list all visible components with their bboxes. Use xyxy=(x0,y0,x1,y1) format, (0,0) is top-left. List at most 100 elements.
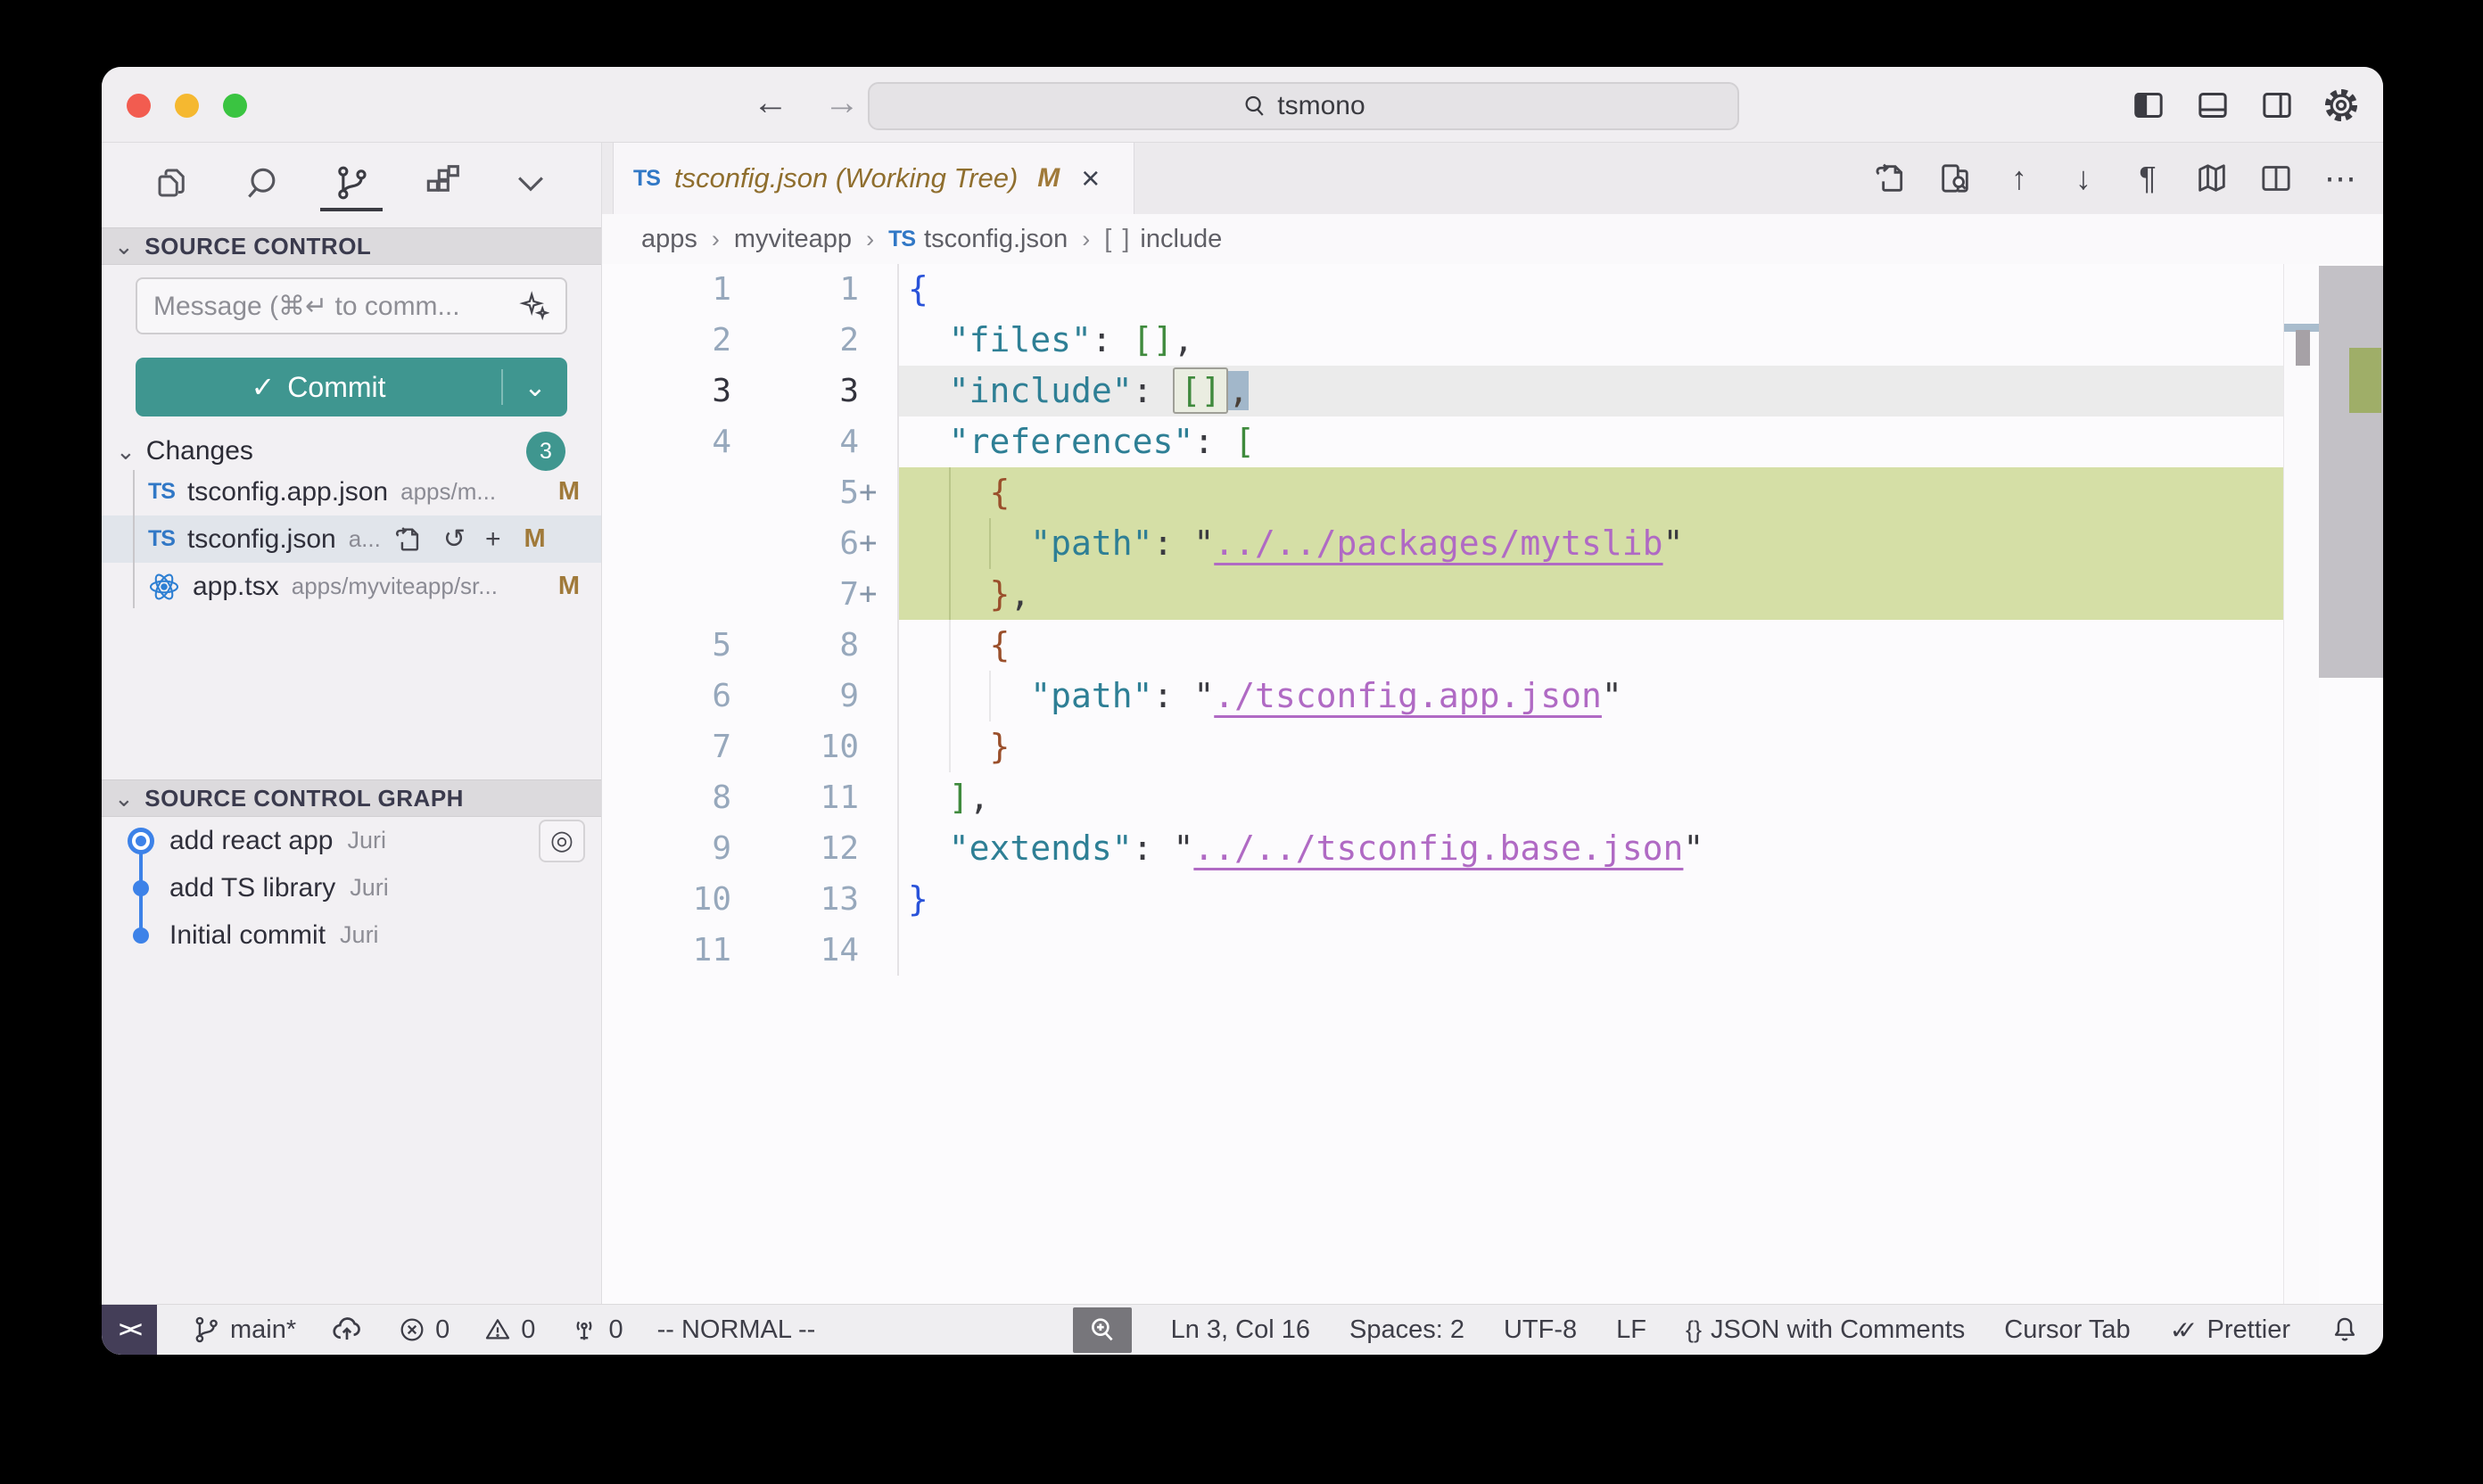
react-icon xyxy=(148,571,180,603)
source-control-section-header[interactable]: ⌄ SOURCE CONTROL xyxy=(102,227,601,265)
file-actions: ↺+ xyxy=(393,524,501,555)
code-line-content: { xyxy=(899,620,2283,671)
breadcrumb-item-include[interactable]: [ ]include xyxy=(1104,225,1222,254)
minimap-icon[interactable] xyxy=(2194,159,2230,198)
status-item-ln-3-col-16[interactable]: Ln 3, Col 16 xyxy=(1171,1315,1310,1345)
command-center-search[interactable]: tsmono xyxy=(868,82,1739,130)
commit-message-input[interactable]: Message (⌘↵ to comm... xyxy=(136,277,567,334)
code-line[interactable]: 11{ xyxy=(602,264,2383,315)
search-view-icon[interactable] xyxy=(236,154,288,211)
breadcrumb-label: tsconfig.json xyxy=(924,225,1068,254)
minimap xyxy=(2283,264,2319,1304)
discard-icon[interactable]: ↺ xyxy=(443,524,466,555)
code-line[interactable]: 1013} xyxy=(602,874,2383,925)
next-change-icon[interactable]: ↓ xyxy=(2066,159,2101,198)
status-item-0[interactable]: 0 xyxy=(483,1315,535,1345)
code-line[interactable]: 710 } xyxy=(602,721,2383,772)
commit-graph-list: add react appJuri◎add TS libraryJuriInit… xyxy=(102,817,601,959)
extensions-view-icon[interactable] xyxy=(416,154,467,211)
split-editor-icon[interactable] xyxy=(2258,159,2294,198)
editor-scrollbar[interactable] xyxy=(2319,264,2383,1304)
status-item-utf-8[interactable]: UTF-8 xyxy=(1504,1315,1577,1345)
code-line[interactable]: 1114 xyxy=(602,925,2383,976)
open-file-icon[interactable] xyxy=(393,524,424,555)
minimize-window-button[interactable] xyxy=(175,94,199,118)
file-path-link[interactable]: ../../tsconfig.base.json xyxy=(1193,829,1683,868)
status-item-lf[interactable]: LF xyxy=(1616,1315,1646,1345)
code-line[interactable]: 811 ], xyxy=(602,772,2383,823)
code-editor[interactable]: 11{22 "files": [],33 "include": [],44 "r… xyxy=(602,264,2383,1304)
checkout-target-button[interactable]: ◎ xyxy=(539,820,585,862)
explorer-icon[interactable] xyxy=(146,154,198,211)
breadcrumb-item-apps[interactable]: apps xyxy=(641,225,697,254)
changes-file-row[interactable]: TStsconfig.app.jsonapps/m...M xyxy=(102,468,601,515)
modified-line-number: 11 xyxy=(731,772,859,823)
indent-guide xyxy=(949,620,951,671)
status-item-0[interactable]: 0 xyxy=(569,1315,623,1345)
code-line[interactable]: 7+ }, xyxy=(602,569,2383,620)
code-line[interactable]: 33 "include": [], xyxy=(602,366,2383,416)
changes-file-row[interactable]: TStsconfig.jsona...↺+M xyxy=(102,515,601,563)
scrollbar-thumb[interactable] xyxy=(2319,266,2383,678)
more-actions-icon[interactable]: ⋯ xyxy=(2322,159,2358,198)
close-window-button[interactable] xyxy=(127,94,151,118)
code-line[interactable]: 912 "extends": "../../tsconfig.base.json… xyxy=(602,823,2383,874)
commit-row[interactable]: add TS libraryJuri xyxy=(102,864,601,911)
traffic-lights xyxy=(127,94,247,118)
minimap-cursor-marker xyxy=(2296,330,2310,366)
remote-indicator[interactable]: >< xyxy=(102,1305,157,1355)
previous-change-icon[interactable]: ↑ xyxy=(2001,159,2037,198)
tree-indent-guide xyxy=(133,470,135,608)
additional-views-chevron-icon[interactable] xyxy=(505,154,557,211)
commit-dropdown-button[interactable]: ⌄ xyxy=(503,372,567,403)
breadcrumb-item-tsconfig.json[interactable]: TStsconfig.json xyxy=(888,225,1068,254)
status-item-json-with-comments[interactable]: {}JSON with Comments xyxy=(1686,1315,1965,1345)
file-path-link[interactable]: ../../packages/mytslib xyxy=(1214,524,1662,563)
code-line[interactable]: 69 "path": "./tsconfig.app.json" xyxy=(602,671,2383,721)
settings-gear-icon[interactable] xyxy=(2322,87,2360,124)
tab-tsconfig-working-tree[interactable]: TS tsconfig.json (Working Tree) M × xyxy=(613,143,1134,214)
stage-icon[interactable]: + xyxy=(485,524,501,555)
status-item-cursor-tab[interactable]: Cursor Tab xyxy=(2004,1315,2130,1345)
gutter-border xyxy=(880,569,899,620)
code-line[interactable]: 5+ { xyxy=(602,467,2383,518)
added-line-marker xyxy=(859,772,880,823)
inline-view-icon[interactable] xyxy=(1937,159,1973,198)
code-line[interactable]: 22 "files": [], xyxy=(602,315,2383,366)
tab-close-icon[interactable]: × xyxy=(1081,160,1100,197)
navigate-forward-button[interactable]: → xyxy=(824,83,860,123)
zoom-indicator[interactable] xyxy=(1073,1307,1132,1353)
source-control-view-icon[interactable] xyxy=(326,154,377,211)
code-line[interactable]: 44 "references": [ xyxy=(602,416,2383,467)
commit-row[interactable]: add react appJuri◎ xyxy=(102,817,601,864)
status-item--normal-[interactable]: -- NORMAL -- xyxy=(657,1315,816,1345)
sparkle-icon[interactable] xyxy=(519,291,549,321)
toggle-panel-icon[interactable] xyxy=(2194,87,2231,124)
status-item-bell[interactable] xyxy=(2330,1315,2360,1345)
toggle-primary-sidebar-icon[interactable] xyxy=(2130,87,2167,124)
changes-file-row[interactable]: app.tsxapps/myviteapp/sr...M xyxy=(102,563,601,610)
status-item-main-[interactable]: main* xyxy=(191,1315,296,1345)
zoom-window-button[interactable] xyxy=(223,94,247,118)
status-item-label: JSON with Comments xyxy=(1711,1315,1965,1345)
toggle-secondary-sidebar-icon[interactable] xyxy=(2258,87,2296,124)
source-control-graph-header[interactable]: ⌄ SOURCE CONTROL GRAPH xyxy=(102,779,601,817)
file-path-link[interactable]: ./tsconfig.app.json xyxy=(1214,676,1602,715)
breadcrumb-item-myviteapp[interactable]: myviteapp xyxy=(734,225,852,254)
status-item-prettier[interactable]: ✓✓Prettier xyxy=(2170,1315,2290,1345)
status-item-cloud-upload[interactable] xyxy=(330,1313,364,1347)
commit-row[interactable]: Initial commitJuri xyxy=(102,911,601,959)
status-item-spaces-2[interactable]: Spaces: 2 xyxy=(1349,1315,1464,1345)
indent-guide xyxy=(989,671,991,721)
render-whitespace-icon[interactable]: ¶ xyxy=(2130,159,2165,198)
changes-section-header[interactable]: ⌄ Changes 3 xyxy=(102,434,601,468)
code-line[interactable]: 58 { xyxy=(602,620,2383,671)
code-line[interactable]: 6+ "path": "../../packages/mytslib" xyxy=(602,518,2383,569)
file-path: apps/m... xyxy=(400,478,496,506)
open-changes-icon[interactable] xyxy=(1873,159,1909,198)
status-item-0[interactable]: 0 xyxy=(398,1315,450,1345)
navigate-back-button[interactable]: ← xyxy=(753,83,788,123)
gutter-border xyxy=(880,772,899,823)
modified-line-number: 6 xyxy=(731,518,859,569)
commit-button[interactable]: ✓ Commit ⌄ xyxy=(136,358,567,416)
